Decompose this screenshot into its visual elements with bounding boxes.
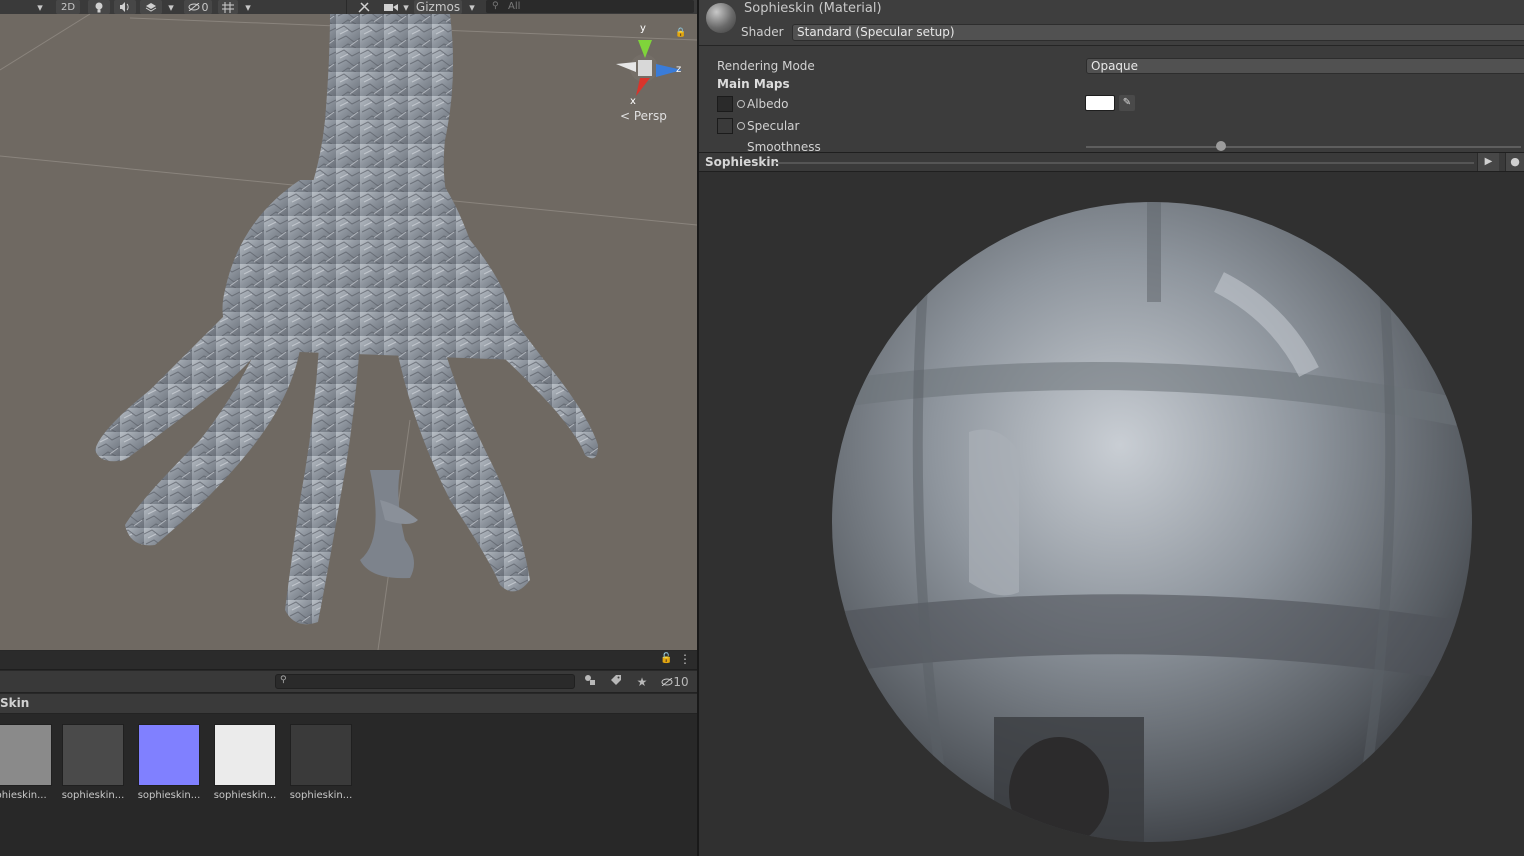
project-toolbar: ⚲ ★ 10 xyxy=(0,671,697,693)
projection-toggle[interactable]: < Persp xyxy=(620,109,667,123)
tools-icon[interactable] xyxy=(354,0,374,14)
unity-editor: ▾ 2D ▾ 0 ▾ ▾ Gizmos ▾ ⚲ All y z x < Pers… xyxy=(0,0,1524,856)
asset-thumbnail xyxy=(0,724,52,786)
dropdown-arrow-icon[interactable]: ▾ xyxy=(30,0,50,14)
asset-thumbnail xyxy=(62,724,124,786)
search-by-label-icon[interactable] xyxy=(606,674,626,690)
lighting-toggle-icon[interactable] xyxy=(88,0,110,14)
2d-toggle-label: 2D xyxy=(60,1,76,13)
material-header: Sophieskin (Material) Shader Standard (S… xyxy=(699,0,1524,46)
preview-shape-icon[interactable]: ● xyxy=(1505,153,1524,171)
hidden-eye-icon xyxy=(188,3,199,11)
audio-toggle-icon[interactable] xyxy=(114,0,136,14)
albedo-color-swatch[interactable] xyxy=(1085,95,1115,111)
grid-dropdown-icon[interactable]: ▾ xyxy=(240,0,256,14)
search-icon: ⚲ xyxy=(492,1,499,11)
gizmo-z-label: z xyxy=(676,64,682,75)
toolbar-divider xyxy=(346,0,347,14)
hidden-packages-count: 10 xyxy=(673,675,689,689)
gizmos-dropdown-icon[interactable]: ▾ xyxy=(464,0,480,14)
gizmo-x-label: x xyxy=(630,96,636,107)
hidden-packages-toggle[interactable]: 10 xyxy=(658,674,692,690)
lock-icon[interactable]: 🔓 xyxy=(660,653,672,664)
camera-dropdown-icon[interactable]: ▾ xyxy=(400,0,412,14)
search-icon: ⚲ xyxy=(280,675,287,685)
gizmos-label: Gizmos xyxy=(415,0,461,14)
camera-icon[interactable] xyxy=(380,0,402,14)
specular-texture-slot[interactable] xyxy=(717,118,733,134)
project-tab-header: 🔓 ⋮ xyxy=(0,651,697,670)
scene-view[interactable]: ▾ 2D ▾ 0 ▾ ▾ Gizmos ▾ ⚲ All y z x < Pers… xyxy=(0,0,697,650)
shader-dropdown[interactable]: Standard (Specular setup) xyxy=(792,24,1524,41)
asset-item[interactable]: sophieskin... xyxy=(210,724,280,801)
more-options-icon[interactable]: ⋮ xyxy=(679,652,691,666)
breadcrumb: Skin xyxy=(0,694,697,714)
preview-title: Sophieskin xyxy=(705,155,780,169)
asset-label: sophieskin... xyxy=(289,790,353,801)
asset-label: phieskin... xyxy=(0,790,47,801)
project-panel: 🔓 ⋮ ⚲ ★ 10 Skin phieskin... sophieskin..… xyxy=(0,651,697,856)
material-sphere-icon xyxy=(706,3,736,33)
asset-item[interactable]: sophieskin... xyxy=(58,724,128,801)
effects-toggle-icon[interactable] xyxy=(140,0,162,14)
2d-toggle-button[interactable]: 2D xyxy=(56,0,80,14)
specular-picker-icon[interactable] xyxy=(737,122,745,130)
scene-search-input[interactable]: ⚲ All xyxy=(486,0,694,13)
scene-canvas[interactable] xyxy=(0,14,697,650)
asset-thumbnail xyxy=(290,724,352,786)
hand-model xyxy=(95,14,598,625)
scene-search-placeholder: All xyxy=(508,1,521,12)
gizmos-button[interactable]: Gizmos xyxy=(414,0,462,14)
main-maps-header: Main Maps xyxy=(717,77,790,91)
asset-item[interactable]: phieskin... xyxy=(0,724,56,801)
material-title: Sophieskin (Material) xyxy=(744,1,882,16)
inspector-panel: Sophieskin (Material) Shader Standard (S… xyxy=(699,0,1524,152)
preview-drag-handle[interactable] xyxy=(774,162,1474,164)
asset-thumbnail xyxy=(138,724,200,786)
asset-label: sophieskin... xyxy=(61,790,125,801)
breadcrumb-folder-skin[interactable]: Skin xyxy=(0,696,29,710)
favorites-star-icon[interactable]: ★ xyxy=(632,674,652,690)
asset-label: sophieskin... xyxy=(213,790,277,801)
grid-line xyxy=(0,14,91,71)
smoothness-label: Smoothness xyxy=(747,140,821,152)
scene-toolbar: ▾ 2D ▾ 0 ▾ ▾ Gizmos ▾ ⚲ All xyxy=(0,0,697,14)
preview-sphere xyxy=(832,202,1472,842)
play-icon[interactable]: ▶ xyxy=(1477,153,1499,171)
shader-label: Shader xyxy=(741,25,784,39)
hidden-objects-count: 0 xyxy=(201,0,209,14)
specular-label: Specular xyxy=(747,119,800,133)
eyedropper-icon[interactable]: ✎ xyxy=(1119,95,1135,111)
preview-header: Sophieskin ▶ ● xyxy=(699,152,1524,172)
grid-toggle-icon[interactable] xyxy=(218,0,238,14)
effects-dropdown-icon[interactable]: ▾ xyxy=(164,0,178,14)
rendering-mode-label: Rendering Mode xyxy=(717,59,815,73)
orientation-gizmo[interactable] xyxy=(616,40,682,96)
project-search-input[interactable]: ⚲ xyxy=(275,674,575,689)
rendering-mode-dropdown[interactable]: Opaque xyxy=(1086,58,1524,74)
search-by-type-icon[interactable] xyxy=(580,674,600,690)
asset-item[interactable]: sophieskin... xyxy=(134,724,204,801)
smoothness-slider[interactable] xyxy=(1086,146,1521,148)
gizmo-y-label: y xyxy=(640,23,646,34)
material-preview[interactable] xyxy=(699,172,1524,856)
lock-icon[interactable]: 🔒 xyxy=(675,28,686,38)
albedo-picker-icon[interactable] xyxy=(737,100,745,108)
asset-thumbnail xyxy=(214,724,276,786)
albedo-texture-slot[interactable] xyxy=(717,96,733,112)
asset-item[interactable]: sophieskin... xyxy=(286,724,356,801)
albedo-label: Albedo xyxy=(747,97,789,111)
hidden-eye-icon xyxy=(661,677,673,687)
asset-label: sophieskin... xyxy=(137,790,201,801)
smoothness-slider-handle[interactable] xyxy=(1215,141,1226,151)
hidden-objects-toggle[interactable]: 0 xyxy=(184,0,212,14)
